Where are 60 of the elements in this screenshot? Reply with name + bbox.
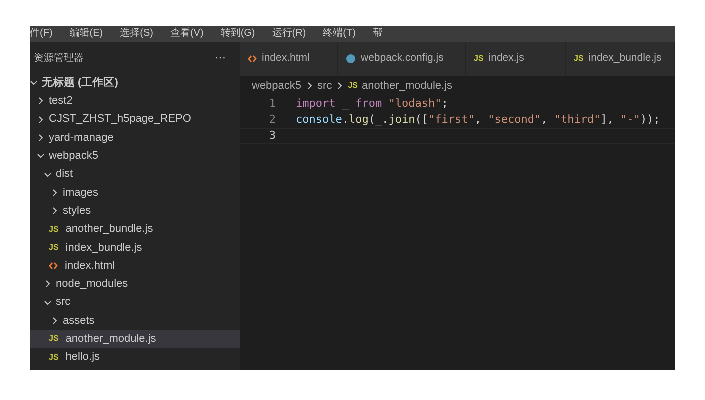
file-item[interactable]: JS another_bundle.js [30, 220, 240, 239]
js-file-icon: JS [49, 335, 59, 344]
chevron-right-icon [51, 317, 59, 325]
folder-item[interactable]: webpack5 [30, 147, 240, 166]
line-number: 2 [268, 112, 276, 128]
js-file-icon: JS [574, 55, 584, 63]
menu-item[interactable]: 帮 [372, 29, 383, 39]
file-item[interactable]: JS another_module.js [30, 330, 240, 348]
folder-item[interactable]: src [30, 294, 240, 312]
menu-item[interactable]: 编辑(E) [70, 29, 104, 39]
chevron-right-icon [336, 82, 344, 90]
editor-tab[interactable]: webpack.config.js [338, 42, 466, 76]
chevron-down-icon [44, 170, 52, 179]
js-file-icon: JS [49, 226, 59, 234]
editor-tab[interactable]: JS index_bundle.js [566, 42, 675, 76]
menu-item[interactable]: 选择(S) [120, 29, 154, 39]
folder-item[interactable]: yard-manage [30, 128, 240, 148]
chevron-down-icon [44, 298, 52, 307]
more-actions-button[interactable]: ··· [215, 50, 226, 66]
folder-item[interactable]: CJST_ZHST_h5page_REPO [30, 110, 240, 129]
editor-tab[interactable]: index.html [240, 42, 338, 76]
folder-item[interactable]: node_modules [30, 275, 240, 294]
menu-item[interactable]: 运行(R) [272, 29, 306, 39]
code-line: console.log(_.join(["first", "second", "third"], "-")); [296, 112, 660, 128]
menu-item[interactable]: 转到(G) [220, 29, 256, 39]
chevron-right-icon [51, 207, 59, 216]
breadcrumb-item[interactable]: src [318, 78, 332, 94]
menu-item[interactable]: 查看(V) [170, 29, 204, 39]
folder-item[interactable]: assets [30, 312, 240, 330]
chevron-right-icon [306, 82, 314, 90]
chevron-right-icon [37, 116, 45, 124]
folder-item[interactable]: test2 [30, 92, 240, 111]
file-item[interactable]: JS hello.js [30, 348, 240, 367]
breadcrumb-item[interactable]: webpack5 [252, 78, 302, 94]
chevron-right-icon [37, 134, 45, 142]
menu-item[interactable]: 终端(T) [323, 29, 356, 39]
folder-item[interactable]: styles [30, 202, 240, 220]
chevron-down-icon [37, 152, 45, 160]
editor-tab[interactable]: JS index.js [466, 42, 566, 76]
js-file-icon: JS [49, 244, 59, 252]
line-number: 1 [268, 96, 276, 112]
folder-item[interactable]: 无标题 (工作区) [30, 74, 240, 92]
breadcrumb-item[interactable]: another_module.js [362, 78, 453, 94]
sidebar-title: 资源管理器 [34, 52, 84, 66]
js-file-icon: JS [474, 55, 484, 63]
js-file-icon: JS [49, 354, 59, 362]
code-brackets-icon [248, 55, 257, 63]
code-line: import _ from "lodash"; [296, 96, 448, 112]
chevron-right-icon [51, 188, 59, 197]
menu-item[interactable]: 件(F) [30, 29, 53, 39]
file-item[interactable]: index.html [30, 256, 240, 276]
line-number: 3 [268, 128, 276, 144]
file-item[interactable]: JS index_bundle.js [30, 238, 240, 257]
folder-item[interactable]: dist [30, 165, 240, 184]
folder-item[interactable]: images [30, 184, 240, 202]
js-file-icon: JS [348, 82, 358, 90]
code-brackets-icon [49, 262, 58, 270]
chevron-right-icon [37, 97, 45, 106]
chevron-right-icon [44, 280, 52, 288]
chevron-down-icon [30, 79, 38, 88]
